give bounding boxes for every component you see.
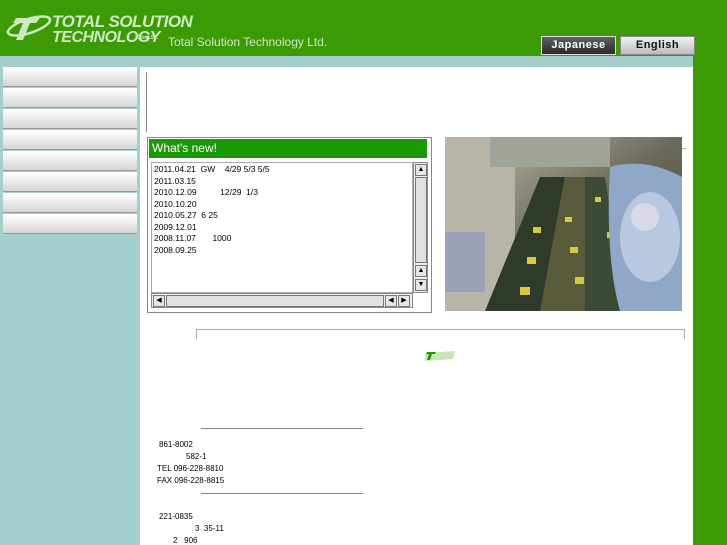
scroll-left-icon[interactable]: ◀ xyxy=(153,295,165,307)
scroll-left-icon[interactable]: ◀ xyxy=(385,295,397,307)
address-divider xyxy=(201,428,363,429)
news-item[interactable]: 2008.09.25 xyxy=(154,245,412,257)
photo-divider xyxy=(682,148,687,149)
street-address: 582-1 xyxy=(186,452,207,461)
right-border xyxy=(693,56,727,545)
news-item[interactable]: 2010.10.20 xyxy=(154,199,412,211)
address-divider xyxy=(201,493,363,494)
english-button[interactable]: English xyxy=(620,36,695,55)
street-address: 3 35-11 xyxy=(195,524,224,533)
scroll-thumb[interactable] xyxy=(415,177,427,263)
news-title: What's new! xyxy=(149,139,427,158)
news-item[interactable]: 2010.12.09 12/29 1/3 xyxy=(154,187,412,199)
postal-code: 221-0835 xyxy=(159,512,193,521)
sidebar-menu-item-5[interactable] xyxy=(3,151,137,171)
news-list[interactable]: 2011.04.21 GW 4/29 5/3 5/5 2011.03.15 20… xyxy=(151,162,413,293)
section-frame xyxy=(196,329,685,339)
sidebar-menu-item-6[interactable] xyxy=(3,172,137,192)
news-item[interactable]: 2009.12.01 xyxy=(154,222,412,234)
news-item[interactable]: 2011.03.15 xyxy=(154,176,412,188)
content-divider xyxy=(146,72,147,132)
scroll-down-icon[interactable]: ▼ xyxy=(415,279,427,291)
phone-number: TEL 096-228-8810 xyxy=(157,464,224,473)
logo-suffix: Co.,Ltd. xyxy=(136,35,159,41)
news-item[interactable]: 2008.11.07 1000 xyxy=(154,233,412,245)
scroll-right-icon[interactable]: ▶ xyxy=(398,295,410,307)
factory-photo xyxy=(445,137,682,311)
sidebar-menu-item-4[interactable] xyxy=(3,130,137,150)
logo-mark-small xyxy=(425,348,455,361)
news-item[interactable]: 2010.05.27 6 25 xyxy=(154,210,412,222)
news-vertical-scrollbar[interactable]: ▲ ▲ ▼ xyxy=(413,162,428,293)
fax-number: FAX 096-228-8815 xyxy=(157,476,225,485)
japanese-button[interactable]: Japanese xyxy=(541,36,616,55)
news-horizontal-scrollbar[interactable]: ◀ ◀ ▶ xyxy=(151,293,413,308)
sidebar-menu-item-8[interactable] xyxy=(3,214,137,234)
sidebar-menu-item-7[interactable] xyxy=(3,193,137,213)
company-name: Total Solution Technology Ltd. xyxy=(168,35,328,49)
sidebar-menu-item-1[interactable] xyxy=(3,67,137,87)
scroll-thumb[interactable] xyxy=(166,295,384,307)
scroll-up-icon[interactable]: ▲ xyxy=(415,164,427,176)
building-address: 2 906 xyxy=(173,536,198,545)
news-item[interactable]: 2011.04.21 GW 4/29 5/3 5/5 xyxy=(154,164,412,176)
header-divider-strip xyxy=(0,56,693,67)
logo-mark xyxy=(6,6,52,46)
postal-code: 861-8002 xyxy=(159,440,193,449)
sidebar-menu-item-3[interactable] xyxy=(3,109,137,129)
sidebar-menu-item-2[interactable] xyxy=(3,88,137,108)
scroll-up-icon[interactable]: ▲ xyxy=(415,265,427,277)
